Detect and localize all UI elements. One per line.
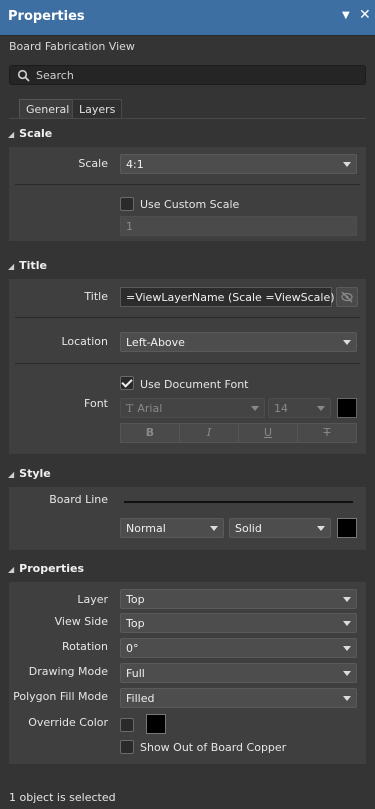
hide-title-button[interactable] — [336, 287, 358, 307]
search-input[interactable]: Search — [9, 65, 366, 85]
custom-scale-input[interactable]: 1 — [120, 216, 357, 236]
section-scale-header[interactable]: ◢ Scale — [8, 127, 52, 140]
panel-titlebar: Properties ▼ ✕ — [0, 0, 375, 36]
location-dropdown[interactable]: Left-Above — [120, 332, 357, 352]
use-custom-scale-label: Use Custom Scale — [140, 198, 240, 211]
override-color-label: Override Color — [28, 716, 108, 729]
divider — [15, 363, 360, 364]
title-label: Title — [84, 290, 108, 303]
font-label: Font — [84, 397, 108, 410]
scale-panel: Scale 4:1 Use Custom Scale 1 — [9, 147, 366, 241]
tab-layers[interactable]: Layers — [72, 99, 123, 119]
drawing-mode-dropdown[interactable]: Full — [120, 663, 357, 683]
view-type-label: Board Fabrication View — [9, 40, 135, 53]
properties-panel: Layer Top View Side Top Rotation 0° Draw… — [9, 582, 366, 764]
collapse-icon: ◢ — [8, 565, 15, 574]
section-style-header[interactable]: ◢ Style — [8, 467, 51, 480]
chevron-down-icon — [251, 406, 259, 411]
tab-general[interactable]: General — [19, 99, 77, 119]
font-size-dropdown[interactable]: 14 — [268, 398, 331, 418]
chevron-down-icon — [343, 671, 351, 676]
chevron-down-icon — [343, 162, 351, 167]
use-document-font-label: Use Document Font — [140, 378, 249, 391]
chevron-down-icon — [317, 406, 325, 411]
chevron-down-icon — [343, 340, 351, 345]
status-text: 1 object is selected — [9, 791, 116, 804]
chevron-down-icon — [343, 696, 351, 701]
section-properties-header[interactable]: ◢ Properties — [8, 562, 84, 575]
override-color-checkbox[interactable] — [120, 718, 134, 732]
use-document-font-checkbox[interactable] — [120, 376, 134, 390]
chevron-down-icon — [343, 597, 351, 602]
scale-label: Scale — [78, 157, 108, 170]
collapse-icon: ◢ — [8, 262, 15, 271]
line-color-swatch[interactable] — [337, 518, 357, 538]
layer-dropdown[interactable]: Top — [120, 589, 357, 609]
collapse-icon: ◢ — [8, 130, 15, 139]
drawing-mode-label: Drawing Mode — [28, 665, 108, 678]
override-color-swatch[interactable] — [146, 714, 166, 734]
chevron-down-icon — [317, 526, 325, 531]
chevron-down-icon — [343, 621, 351, 626]
view-side-dropdown[interactable]: Top — [120, 613, 357, 633]
chevron-down-icon — [343, 646, 351, 651]
rotation-label: Rotation — [61, 640, 108, 653]
close-icon[interactable]: ✕ — [359, 7, 371, 23]
underline-button[interactable]: U — [238, 423, 298, 443]
line-weight-dropdown[interactable]: Normal — [120, 518, 224, 538]
font-icon: T — [126, 402, 134, 415]
panel-menu-icon[interactable]: ▼ — [342, 10, 350, 21]
polygon-fill-mode-dropdown[interactable]: Filled — [120, 688, 357, 708]
divider — [15, 184, 360, 185]
font-color-swatch[interactable] — [337, 398, 357, 418]
divider — [15, 317, 360, 318]
title-input[interactable]: =ViewLayerName (Scale =ViewScale) — [120, 287, 335, 307]
style-panel: Board Line Normal Solid — [9, 487, 366, 550]
board-line-preview — [124, 501, 353, 503]
rotation-dropdown[interactable]: 0° — [120, 638, 357, 658]
panel-title: Properties — [8, 9, 85, 24]
bold-button[interactable]: B — [120, 423, 180, 443]
italic-button[interactable]: I — [179, 423, 239, 443]
line-style-dropdown[interactable]: Solid — [229, 518, 331, 538]
layer-label: Layer — [77, 593, 108, 606]
collapse-icon: ◢ — [8, 470, 15, 479]
font-family-dropdown[interactable]: T Arial — [120, 398, 265, 418]
polygon-fill-mode-label: Polygon Fill Mode — [13, 690, 108, 703]
chevron-down-icon — [210, 526, 218, 531]
view-side-label: View Side — [54, 615, 108, 628]
scale-dropdown[interactable]: 4:1 — [120, 154, 357, 174]
tab-divider — [9, 118, 366, 119]
show-out-of-board-copper-label: Show Out of Board Copper — [140, 741, 287, 754]
board-line-label: Board Line — [49, 493, 108, 506]
location-label: Location — [61, 335, 108, 348]
use-custom-scale-checkbox[interactable] — [120, 197, 134, 211]
eye-off-icon — [341, 291, 353, 303]
strikethrough-button[interactable]: T — [297, 423, 357, 443]
search-placeholder: Search — [36, 69, 74, 82]
search-icon — [17, 69, 30, 82]
section-title-header[interactable]: ◢ Title — [8, 259, 47, 272]
show-out-of-board-copper-checkbox[interactable] — [120, 740, 134, 754]
